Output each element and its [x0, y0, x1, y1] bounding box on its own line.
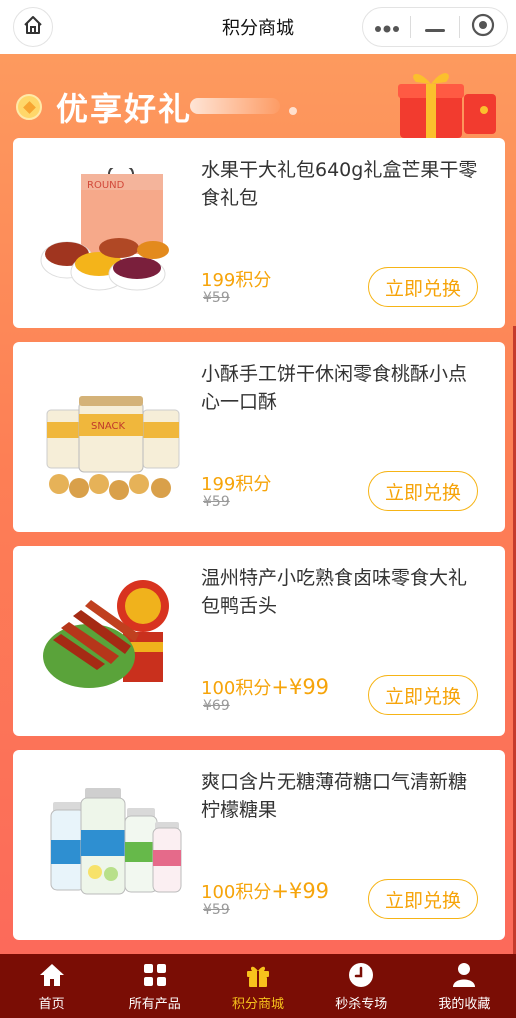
cash-value: +¥99	[271, 675, 330, 699]
target-circle-icon	[471, 13, 495, 41]
product-name: 水果干大礼包640g礼盒芒果干零食礼包	[201, 159, 478, 209]
redeem-button[interactable]: 立即兑换	[368, 879, 478, 919]
product-points-price: 199积分	[201, 266, 271, 292]
product-points-price: 199积分	[201, 470, 271, 496]
product-name: 小酥手工饼干休闲零食桃酥小点心一口酥	[201, 363, 468, 413]
close-program-button[interactable]	[460, 8, 507, 46]
top-nav-bar: 积分商城	[0, 0, 516, 54]
redeem-button[interactable]: 立即兑换	[368, 675, 478, 715]
banner-decoration-dot	[289, 107, 297, 115]
product-card[interactable]: 温州特产小吃熟食卤味零食大礼包鸭舌头 100积分+¥99 ¥69 立即兑换	[13, 546, 505, 736]
home-button[interactable]	[13, 7, 53, 47]
points-value: 100积分	[201, 678, 272, 699]
tab-flash-sale[interactable]: 秒杀专场	[310, 954, 413, 1018]
minus-icon	[424, 18, 445, 37]
tab-label: 积分商城	[232, 996, 285, 1012]
walnut-cookie-jars-image: SNACK	[39, 372, 189, 502]
product-name: 温州特产小吃熟食卤味零食大礼包鸭舌头	[201, 567, 468, 617]
home-icon	[39, 961, 65, 989]
svg-text:SNACK: SNACK	[91, 421, 125, 432]
braised-duck-tongue-image	[39, 576, 189, 706]
mini-program-capsule	[362, 7, 508, 47]
product-points-price: 100积分+¥99	[201, 674, 329, 700]
points-value: 199积分	[201, 474, 272, 495]
product-points-price: 100积分+¥99	[201, 878, 329, 904]
redeem-button[interactable]: 立即兑换	[368, 267, 478, 307]
minimize-button[interactable]	[411, 8, 458, 46]
more-button[interactable]	[363, 8, 410, 46]
banner-title: 优享好礼	[56, 90, 193, 128]
svg-text:ROUND: ROUND	[87, 180, 125, 191]
cash-value: +¥99	[271, 879, 330, 903]
page-title: 积分商城	[222, 18, 294, 39]
tab-label: 所有产品	[128, 996, 181, 1012]
points-value: 100积分	[201, 882, 272, 903]
gift-box-icon	[398, 64, 498, 144]
bottom-tab-bar: 首页 所有产品 积分商城 秒杀专场 我的收藏	[0, 954, 516, 1018]
product-card[interactable]: 爽口含片无糖薄荷糖口气清新糖柠檬糖果 100积分+¥99 ¥59 立即兑换	[13, 750, 505, 940]
product-card[interactable]: ROUND 水果干大礼包640g礼盒芒果干零食礼包 199积分 ¥59 立即兑换	[13, 138, 505, 328]
user-icon	[452, 961, 476, 989]
original-price: ¥59	[203, 494, 230, 510]
product-name: 爽口含片无糖薄荷糖口气清新糖柠檬糖果	[201, 771, 468, 821]
more-dots-icon	[374, 18, 400, 37]
clock-icon	[348, 961, 374, 989]
banner-decoration	[190, 98, 280, 114]
tab-label: 我的收藏	[438, 996, 491, 1012]
tab-all-products[interactable]: 所有产品	[103, 954, 206, 1018]
grid-icon	[143, 961, 167, 989]
redeem-button[interactable]: 立即兑换	[368, 471, 478, 511]
tab-label: 首页	[38, 996, 65, 1012]
coin-icon	[16, 94, 42, 120]
product-card[interactable]: SNACK 小酥手工饼干休闲零食桃酥小点心一口酥 199积分 ¥59 立即兑换	[13, 342, 505, 532]
mint-candy-bottles-image	[39, 780, 189, 910]
gift-icon	[245, 961, 271, 989]
tab-points-mall[interactable]: 积分商城	[206, 954, 309, 1018]
points-mall-content[interactable]: 优享好礼 ROUND 水果干大礼包640g礼盒芒果干零食礼包 199积分 ¥59…	[0, 54, 516, 954]
original-price: ¥59	[203, 902, 230, 918]
original-price: ¥69	[203, 698, 230, 714]
points-value: 199积分	[201, 270, 272, 291]
tab-my-favorites[interactable]: 我的收藏	[413, 954, 516, 1018]
original-price: ¥59	[203, 290, 230, 306]
tab-label: 秒杀专场	[335, 996, 388, 1012]
dried-fruit-gift-box-image: ROUND	[39, 164, 189, 298]
home-outline-icon	[22, 14, 44, 40]
tab-home[interactable]: 首页	[0, 954, 103, 1018]
banner: 优享好礼	[0, 54, 516, 140]
